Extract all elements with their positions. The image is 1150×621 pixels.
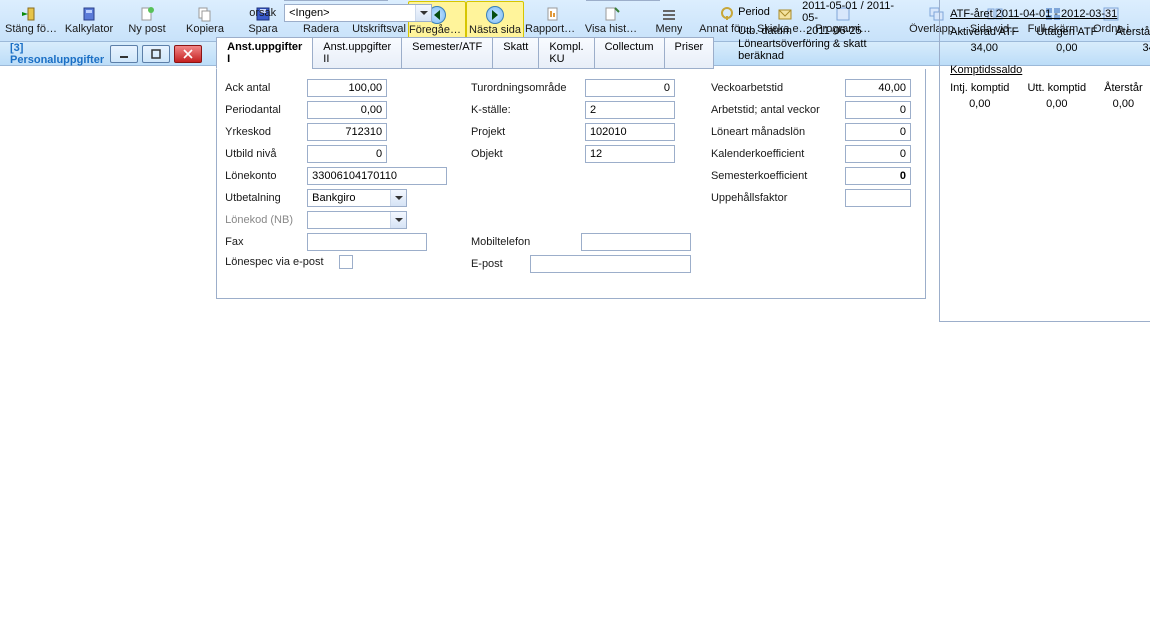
projekt-label: Projekt [471, 126, 581, 138]
ack-input[interactable] [307, 79, 387, 97]
fax-label: Fax [225, 236, 303, 248]
lonespec-check[interactable] [339, 255, 353, 269]
projekt-input[interactable] [585, 123, 675, 141]
tabstrip: Anst.uppgifter I Anst.uppgifter II Semes… [216, 37, 700, 69]
komp-header: Komptidssaldo [950, 64, 1150, 76]
turomr-input[interactable] [585, 79, 675, 97]
form-panel: Anst nr Personnr Lönetyp 4 veckor Eftern… [208, 0, 708, 331]
utbetal-label: Utbetalning [225, 192, 303, 204]
utbild-label: Utbild nivå [225, 148, 303, 160]
tree-panel: − 501 +Anteckningar+Dokument+Lönefördeln… [708, 0, 933, 331]
utbild-input[interactable] [307, 145, 387, 163]
status-panel: Status per 2011-07-04 Semesteråret 2011-… [933, 0, 1150, 331]
lonekonto-input[interactable] [307, 167, 447, 185]
close-button[interactable] [174, 45, 202, 63]
lone-panel: Löneperiod201106 FLÖ Öppen TypMånadslön … [710, 0, 931, 67]
objekt-label: Objekt [471, 148, 581, 160]
tab-priser[interactable]: Priser [664, 37, 715, 69]
period-label: Periodantal [225, 104, 303, 116]
tab-anst2[interactable]: Anst.uppgifter II [312, 37, 402, 69]
window-bar: [3] Personaluppgifter Anst nr Personnr L… [0, 42, 1150, 66]
utbetal-dropdown[interactable]: Bankgiro [307, 189, 407, 207]
window-title: [3] Personaluppgifter [10, 42, 104, 66]
turomr-label: Turordningsområde [471, 82, 581, 94]
lonekod-label: Lönekod (NB) [225, 214, 303, 226]
maximize-button[interactable] [142, 45, 170, 63]
tb-close-window[interactable]: Stäng fö… [2, 1, 60, 41]
yrkes-label: Yrkeskod [225, 126, 303, 138]
tab-skatt[interactable]: Skatt [492, 37, 539, 69]
tab-komplku[interactable]: Kompl. KU [538, 37, 594, 69]
atf-header: ATF-året 2011-04-01 - 2012-03-31 [950, 8, 1150, 20]
orsak-dropdown[interactable]: <Ingen> [284, 4, 432, 22]
minimize-button[interactable] [110, 45, 138, 63]
kstalle-input[interactable] [585, 101, 675, 119]
tab-semester[interactable]: Semester/ATF [401, 37, 493, 69]
orsak-label: orsak [216, 7, 280, 19]
tb-calculator[interactable]: Kalkylator [60, 1, 118, 41]
epost-input[interactable] [530, 255, 691, 273]
ack-label: Ack antal [225, 82, 303, 94]
mobil-label: Mobiltelefon [471, 236, 577, 248]
period-input[interactable] [307, 101, 387, 119]
kstalle-label: K-ställe: [471, 104, 581, 116]
mobil-input[interactable] [581, 233, 691, 251]
lonekonto-label: Lönekonto [225, 170, 303, 182]
lonespec-label: Lönespec via e-post [225, 256, 335, 268]
tab-anst1[interactable]: Anst.uppgifter I [216, 37, 313, 69]
yrkes-input[interactable] [307, 123, 387, 141]
av-input [586, 0, 660, 1]
fax-input[interactable] [307, 233, 427, 251]
lonekod-dropdown[interactable] [307, 211, 407, 229]
objekt-input[interactable] [585, 145, 675, 163]
uppsag-date[interactable]: 0000-00-00 [284, 0, 388, 1]
tab-collectum[interactable]: Collectum [594, 37, 665, 69]
epost-label: E-post [471, 258, 526, 270]
tb-new[interactable]: Ny post [118, 1, 176, 41]
